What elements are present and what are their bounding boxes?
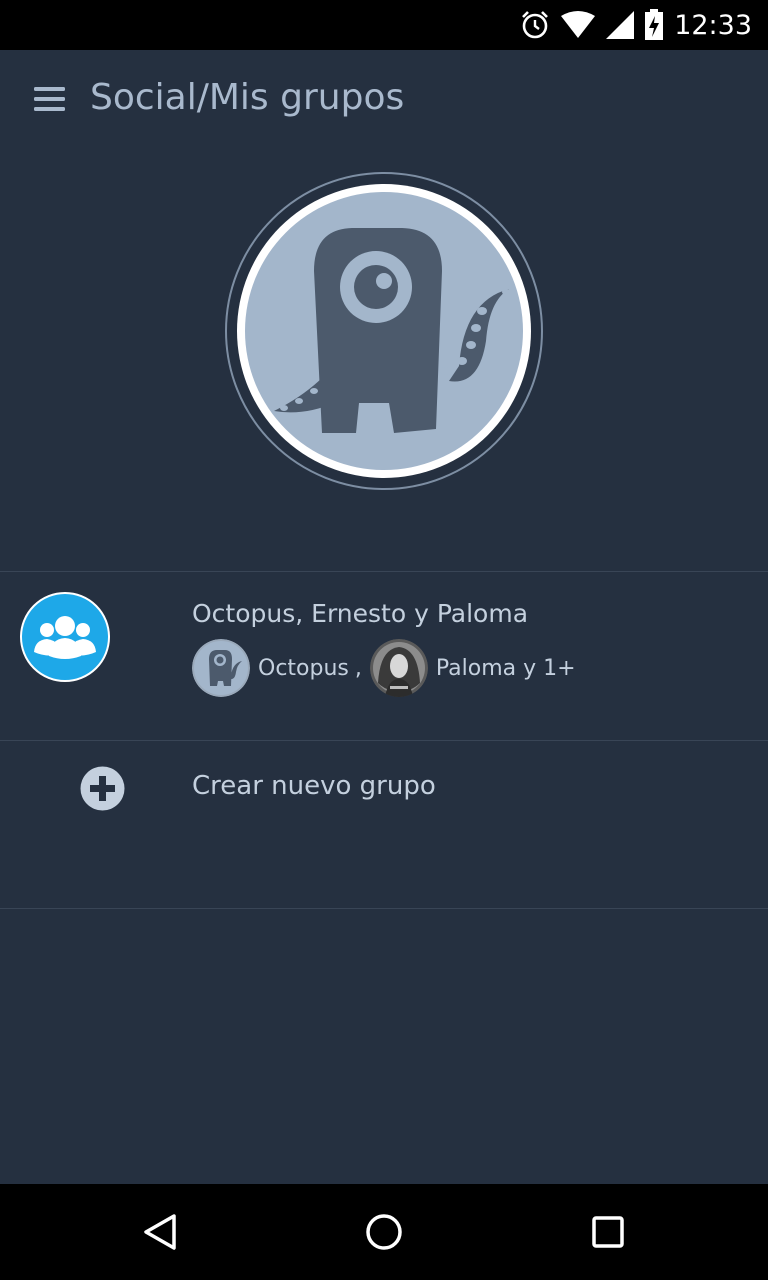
plus-circle-icon	[80, 766, 125, 811]
member-avatar-octopus	[192, 639, 250, 697]
battery-charging-icon	[645, 9, 664, 40]
group-list-item[interactable]: Octopus, Ernesto y Paloma Octopus , Palo…	[0, 572, 768, 740]
back-icon[interactable]	[136, 1208, 184, 1256]
signal-icon	[606, 11, 635, 39]
status-bar: 12:33	[0, 0, 768, 50]
group-name: Octopus, Ernesto y Paloma	[192, 599, 529, 628]
member-separator: ,	[354, 655, 362, 681]
system-nav-bar	[0, 1184, 768, 1280]
app-bar: Social/Mis grupos	[0, 50, 768, 150]
create-group-label: Crear nuevo grupo	[192, 771, 436, 801]
monster-avatar-icon	[225, 172, 543, 490]
create-group-button[interactable]: Crear nuevo grupo	[0, 741, 768, 908]
group-members: Octopus , Paloma y 1+	[192, 637, 576, 699]
hamburger-menu-icon[interactable]	[30, 80, 70, 120]
alarm-icon	[522, 11, 549, 39]
member-name-octopus: Octopus	[258, 655, 349, 681]
group-people-icon	[20, 592, 110, 682]
home-icon[interactable]	[360, 1208, 408, 1256]
member-name-paloma: Paloma y 1+	[435, 655, 576, 681]
status-time: 12:33	[674, 9, 752, 41]
page-title: Social/Mis grupos	[90, 77, 405, 118]
wifi-icon	[561, 11, 596, 38]
member-avatar-paloma	[369, 639, 428, 697]
divider	[0, 908, 768, 909]
recents-icon[interactable]	[584, 1208, 632, 1256]
profile-avatar[interactable]	[224, 171, 544, 491]
